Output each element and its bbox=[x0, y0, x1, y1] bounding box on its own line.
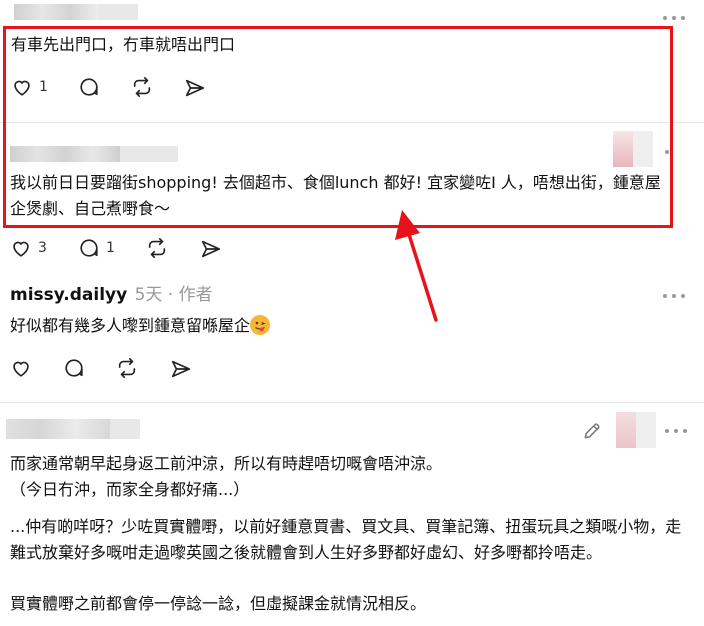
username-blurred[interactable] bbox=[6, 419, 110, 439]
divider bbox=[0, 402, 704, 403]
tongue-emoji-icon: 😜 bbox=[250, 315, 271, 335]
post-line-1: 而家通常朝早起身返工前沖涼，所以有時趕唔切嘅會唔沖涼。 bbox=[10, 454, 443, 473]
tongue-emoji-face bbox=[250, 315, 270, 335]
share-icon[interactable] bbox=[200, 238, 222, 260]
avatar[interactable] bbox=[616, 412, 656, 448]
heart-icon[interactable] bbox=[10, 357, 32, 379]
more-options-icon[interactable] bbox=[663, 14, 685, 22]
post-header: missy.dailyy 5天 · 作者 bbox=[10, 283, 213, 307]
username-blurred-ext bbox=[110, 419, 140, 439]
post-paragraph: ...仲有啲咩呀？少咗買實體嘢，以前好鍾意買書、買文具、買筆記簿、扭蛋玩具之類嘅… bbox=[10, 517, 682, 562]
more-options-icon[interactable] bbox=[663, 292, 685, 300]
timestamp[interactable]: 5天 bbox=[135, 285, 163, 305]
post-line-last: 買實體嘢之前都會停一停諗一諗，但虛擬課金就情況相反。 bbox=[10, 594, 427, 613]
post-text: 好似都有幾多人嚟到鍾意留喺屋企😜 bbox=[10, 314, 271, 338]
share-icon[interactable] bbox=[170, 358, 192, 380]
like-count: 3 bbox=[38, 240, 47, 256]
more-options-icon[interactable] bbox=[665, 427, 687, 435]
username-blurred[interactable] bbox=[14, 4, 98, 20]
like-button[interactable]: 3 bbox=[10, 237, 47, 259]
highlight-box bbox=[3, 26, 673, 228]
reply-count: 1 bbox=[106, 240, 115, 256]
username-blurred-ext bbox=[98, 4, 138, 20]
username[interactable]: missy.dailyy bbox=[10, 285, 127, 305]
comment-icon[interactable] bbox=[63, 357, 85, 379]
author-badge: 作者 bbox=[178, 285, 213, 305]
post-actions: 3 bbox=[10, 237, 47, 259]
arrow-annotation bbox=[395, 210, 438, 322]
repost-icon[interactable] bbox=[116, 357, 138, 379]
comment-icon bbox=[80, 239, 98, 257]
edit-icon[interactable] bbox=[582, 421, 602, 441]
repost-icon[interactable] bbox=[146, 237, 168, 259]
separator: · bbox=[167, 285, 174, 305]
post-line-2: （今日冇沖，而家全身都好痛...） bbox=[10, 480, 250, 499]
post-text-body: 好似都有幾多人嚟到鍾意留喺屋企 bbox=[10, 316, 251, 335]
heart-icon bbox=[13, 241, 29, 257]
reply-button[interactable]: 1 bbox=[78, 237, 115, 259]
